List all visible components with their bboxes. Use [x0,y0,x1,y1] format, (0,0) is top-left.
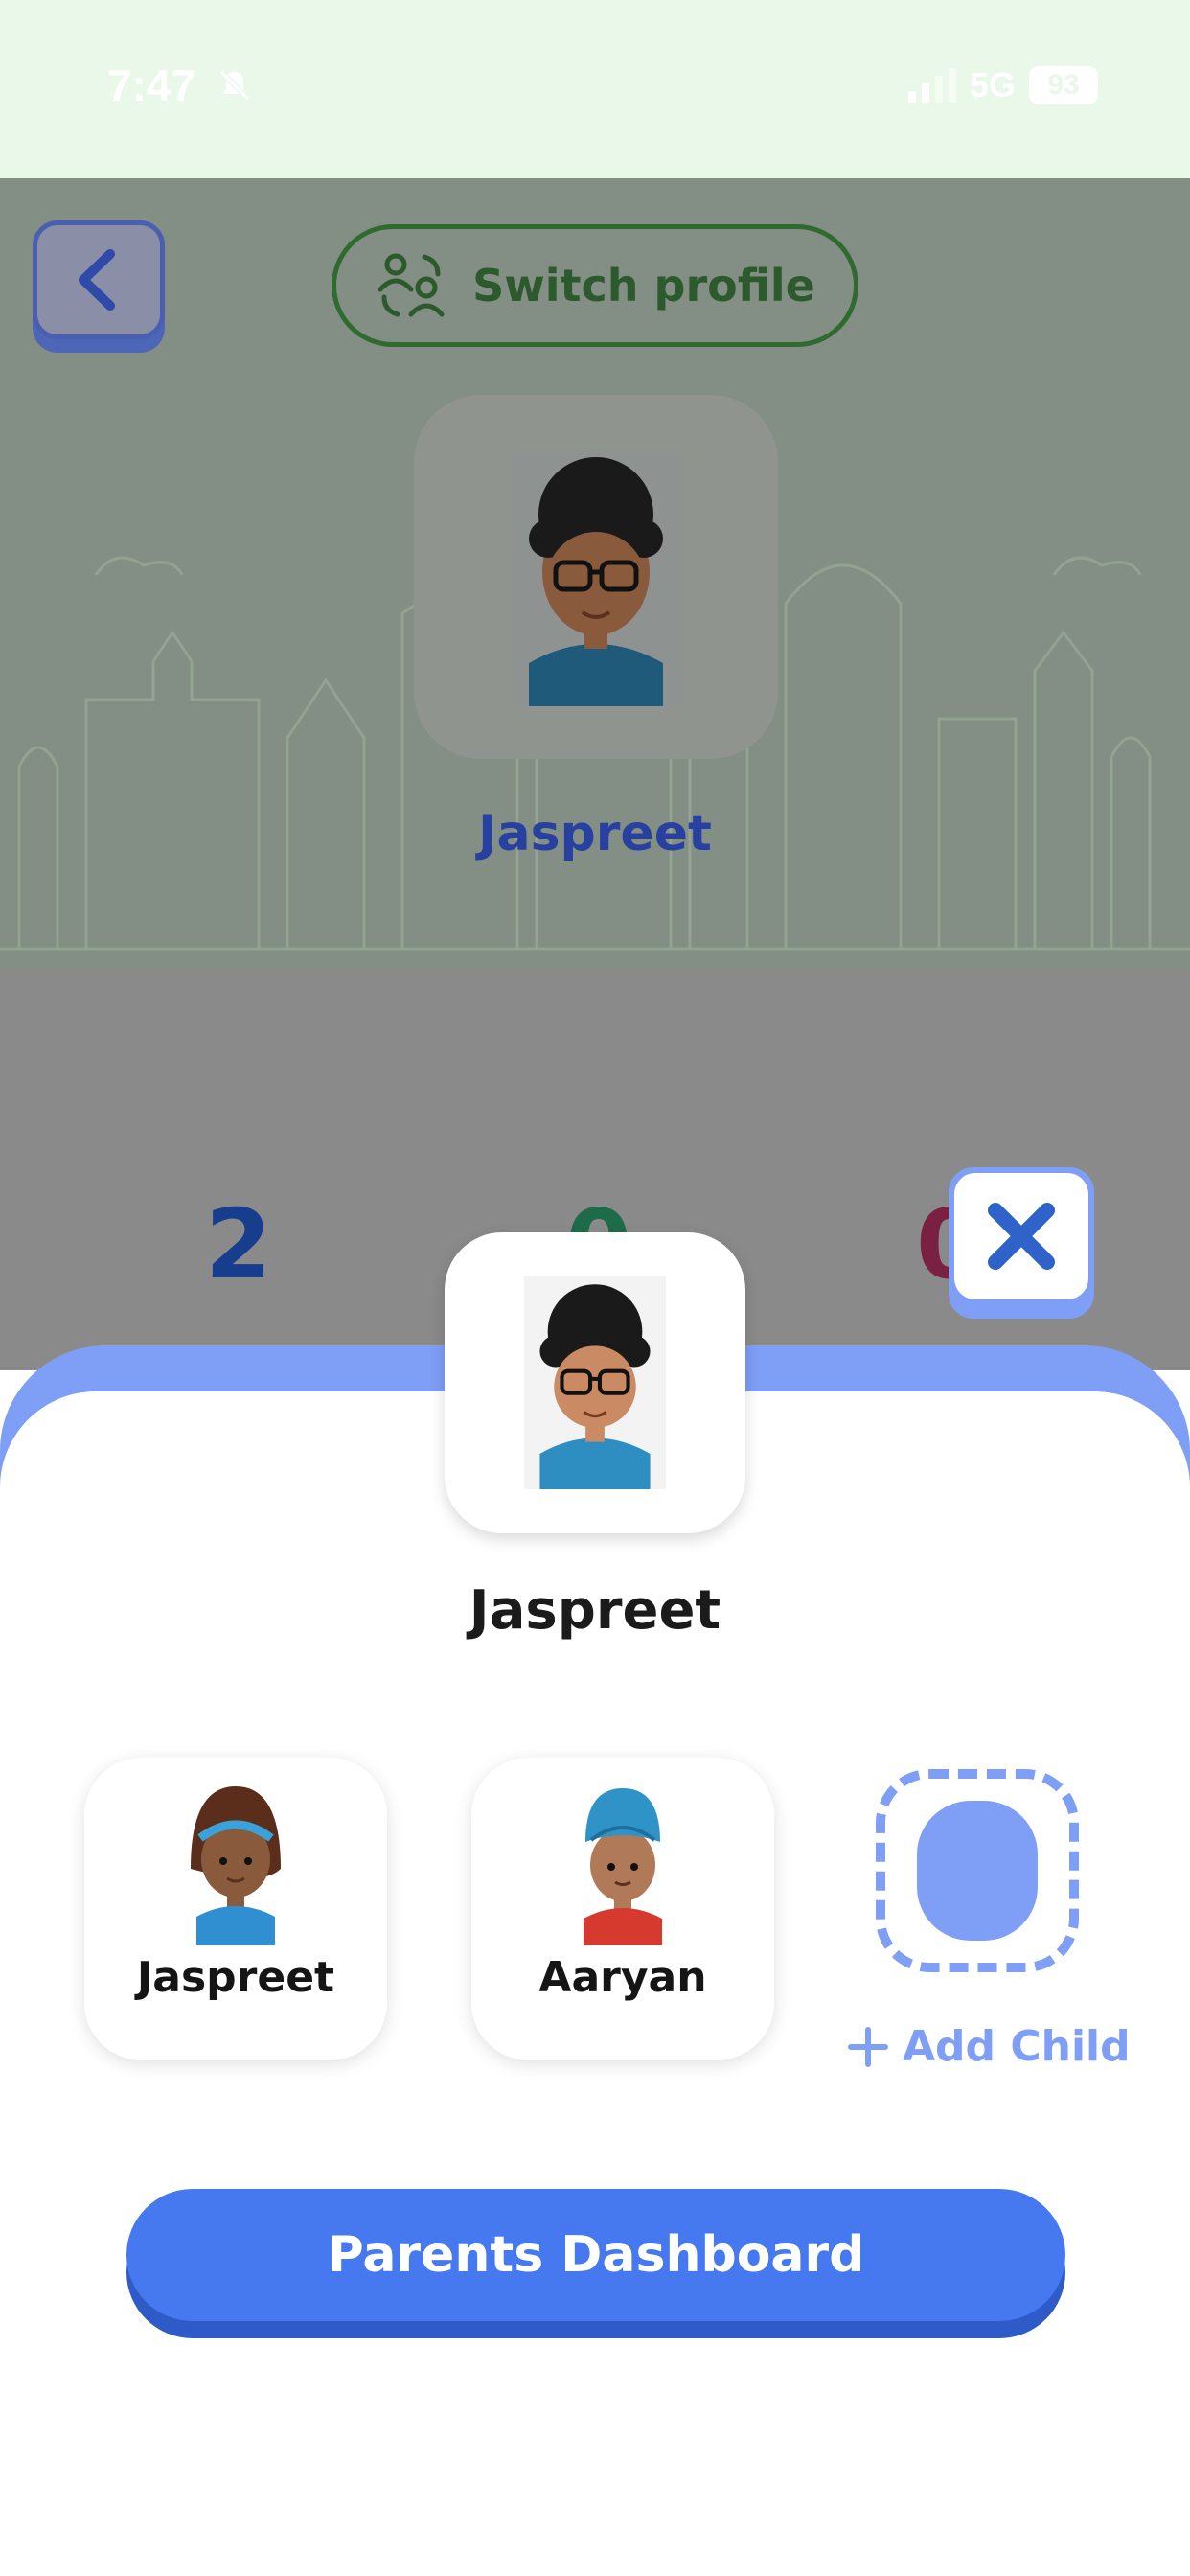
close-button[interactable] [949,1167,1094,1319]
child-name: Aaryan [538,1953,707,2002]
close-button-face [954,1173,1088,1300]
status-time: 7:47 [107,59,254,115]
current-profile-avatar [445,1232,745,1533]
status-bar: 7:47 5G 93 [0,0,1190,178]
bell-muted-icon [216,63,254,115]
boy-glasses-avatar-icon [510,448,682,706]
turban-boy-avatar-icon [584,1788,662,1945]
child-name: Jaspreet [136,1953,335,2002]
add-child-label: Add Child [903,2022,1131,2071]
current-profile-name: Jaspreet [469,1579,721,1642]
network-type: 5G [969,65,1016,104]
switch-users-icon [378,253,445,317]
boy-glasses-avatar-icon [524,1276,666,1489]
battery-level: 93 [1029,66,1098,104]
plus-icon [848,2026,888,2067]
sheet-footer [0,2469,1190,2576]
back-button[interactable] [33,220,165,339]
signal-icon [907,68,956,103]
add-child-button[interactable]: Add Child [847,2022,1131,2071]
close-icon [988,1203,1055,1270]
child-card-aaryan[interactable]: Aaryan [471,1758,774,2060]
avatar-placeholder-icon [917,1801,1038,1941]
switch-profile-button[interactable]: Switch profile [332,224,858,347]
screen: 7:47 5G 93 Switch profile Jaspreet 2 Jas… [0,0,1190,2576]
header-profile-name: Jaspreet [478,805,712,862]
header-avatar [414,395,778,759]
add-child-placeholder[interactable] [876,1769,1079,1972]
parents-dashboard-button[interactable]: Parents Dashboard [126,2189,1065,2321]
stat-value-1: 2 [205,1188,272,1300]
girl-avatar-icon [191,1786,281,1945]
switch-profile-label: Switch profile [472,260,815,311]
child-card-jaspreet[interactable]: Jaspreet [84,1758,387,2060]
chevron-left-icon [79,249,115,310]
status-indicators: 5G 93 [907,65,1098,105]
